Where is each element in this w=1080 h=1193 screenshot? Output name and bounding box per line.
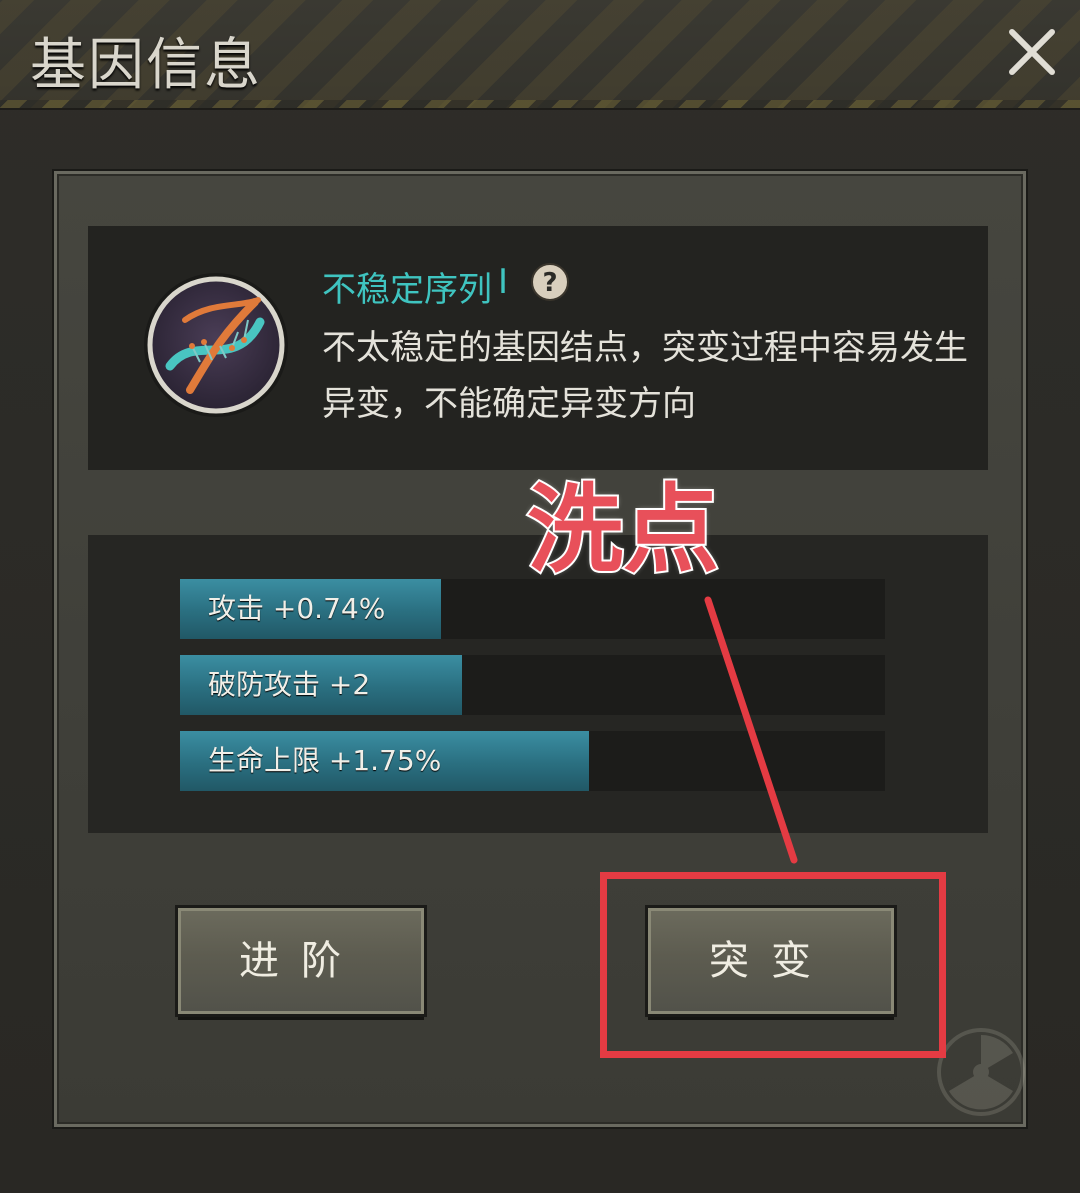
title-bar: 基因信息 [0,0,1080,110]
annotation-highlight-box [600,872,946,1058]
dna-icon [140,262,292,428]
stat-label: 破防攻击 +2 [208,668,371,701]
radiation-icon [936,1027,1026,1117]
gene-level: Ⅰ [498,262,509,302]
advance-button[interactable]: 进阶 [178,908,424,1014]
close-icon[interactable] [1002,22,1062,82]
gene-name: 不稳定序列 [322,270,492,310]
stat-label: 攻击 +0.74% [208,592,386,625]
gene-description: 不太稳定的基因结点，突变过程中容易发生异变，不能确定异变方向 [322,328,968,424]
question-icon[interactable]: ? [530,262,570,302]
stat-label: 生命上限 +1.75% [208,744,442,777]
window-title: 基因信息 [30,33,262,98]
stat-bar-armor-break: 破防攻击 +2 [180,655,885,715]
svg-text:?: ? [542,268,557,298]
stat-bar-max-hp: 生命上限 +1.75% [180,731,885,791]
annotation-label: 洗点 [525,472,721,588]
